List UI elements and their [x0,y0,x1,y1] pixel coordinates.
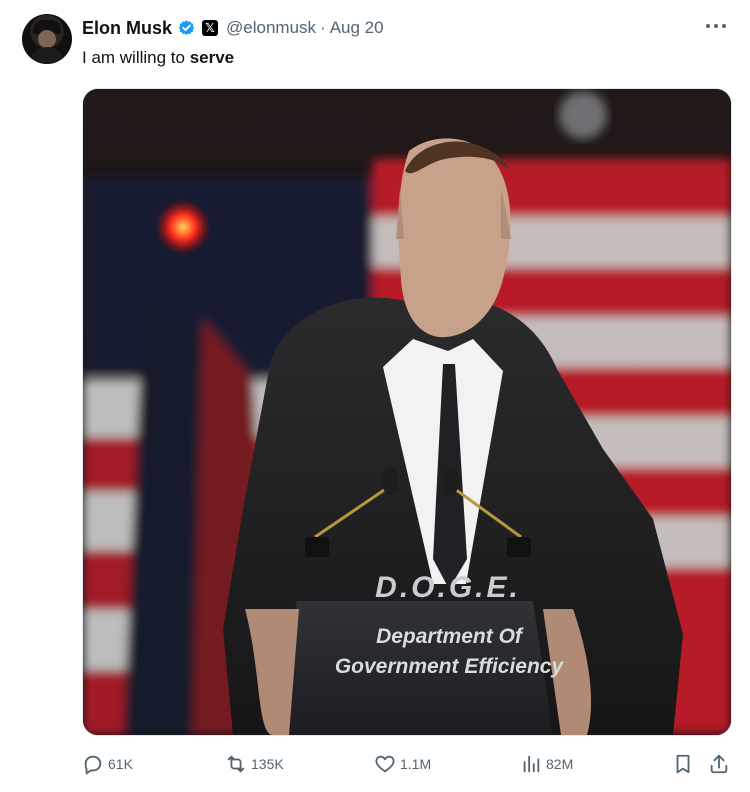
post-text: I am willing to serve [82,48,234,68]
avatar-body [28,47,66,64]
share-button[interactable] [708,750,734,778]
post: Elon Musk 𝕏 @elonmusk · Aug 20 I am will… [0,0,750,792]
post-actions: 61K 135K 1.1M 82M [82,750,730,778]
more-options-icon[interactable] [704,14,728,38]
views-icon [523,755,540,773]
post-header: Elon Musk 𝕏 @elonmusk · Aug 20 [82,16,384,40]
podium-line-2: Government Efficiency [334,655,564,678]
reply-button[interactable]: 61K [82,750,133,778]
author-handle[interactable]: @elonmusk [226,18,316,38]
views-button[interactable]: 82M [520,750,573,778]
like-count: 1.1M [400,756,432,772]
repost-button[interactable]: 135K [225,750,284,778]
author-name[interactable]: Elon Musk [82,18,172,39]
x-logo-icon: 𝕏 [202,20,219,36]
post-date[interactable]: Aug 20 [330,18,384,38]
avatar-face [38,30,56,48]
share-icon [710,754,728,774]
reply-icon [84,755,102,775]
bookmark-icon [676,754,690,774]
podium-title: D.O.G.E. [375,571,521,604]
repost-icon [227,755,245,773]
repost-count: 135K [251,756,284,772]
author-avatar[interactable] [22,14,72,64]
post-image[interactable]: D.O.G.E. Department Of Government Effici… [82,88,732,736]
verified-badge-icon [178,19,195,35]
podium-line-1: Department Of [376,625,522,648]
post-text-prefix: I am willing to [82,48,190,67]
views-count: 82M [546,756,574,772]
like-button[interactable]: 1.1M [374,750,431,778]
post-text-bold: serve [189,48,235,67]
bookmark-button[interactable] [672,750,698,778]
header-separator: · [320,18,326,37]
heart-icon [375,755,395,773]
reply-count: 61K [108,756,133,772]
